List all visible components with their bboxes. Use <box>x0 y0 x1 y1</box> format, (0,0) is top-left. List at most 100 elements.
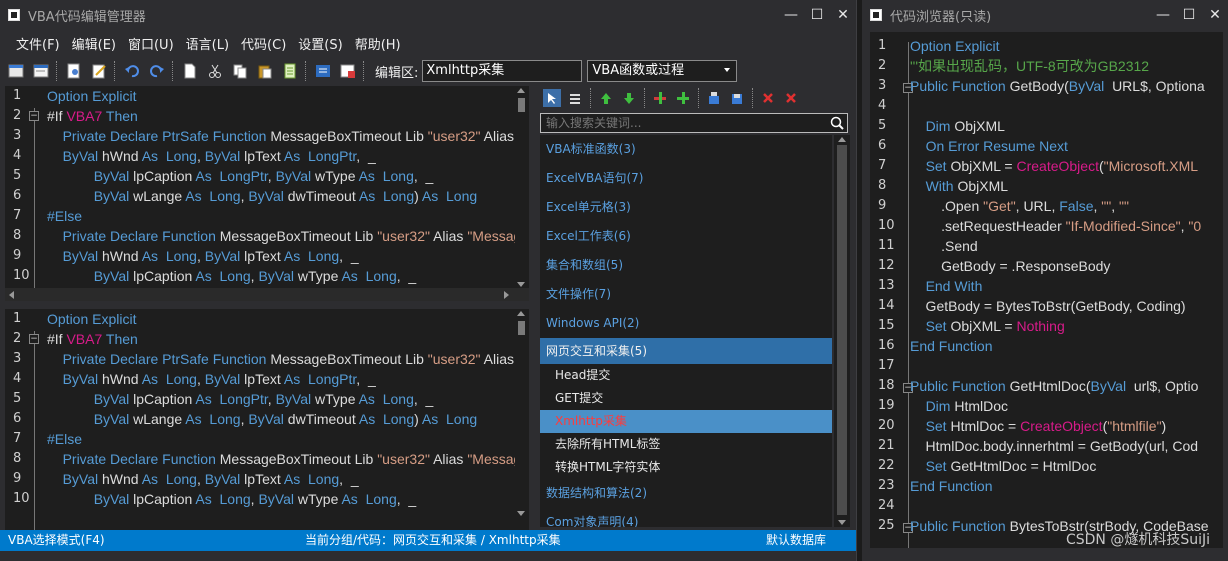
code-line[interactable]: #If VBA7 Then <box>47 329 513 349</box>
code-line[interactable]: .Open "Get", URL, False, "", "" <box>910 196 1223 216</box>
code-line[interactable]: ByVal hWnd As Long, ByVal lpText As Long… <box>47 246 513 266</box>
menu-item[interactable]: 文件(F) <box>16 34 60 53</box>
move-down-icon[interactable] <box>620 89 638 107</box>
tree-code-item[interactable]: 转换HTML字符实体 <box>540 456 832 479</box>
edit-area-input[interactable]: Xmlhttp采集 <box>422 60 583 82</box>
tree-code-item[interactable]: Head提交 <box>540 364 832 387</box>
code-line[interactable]: ByVal hWnd As Long, ByVal lpText As Long… <box>47 369 513 389</box>
code-line[interactable]: End With <box>910 276 1223 296</box>
vertical-scrollbar[interactable] <box>515 309 527 530</box>
code-line[interactable]: #Else <box>47 429 513 449</box>
minimize-button[interactable]: — <box>778 0 804 30</box>
code-line[interactable]: ByVal hWnd As Long, ByVal lpText As Long… <box>47 146 513 166</box>
menu-item[interactable]: 设置(S) <box>298 34 342 53</box>
tree-group-item[interactable]: ExcelVBA语句(7) <box>540 164 832 193</box>
delete-code-icon[interactable] <box>782 89 800 107</box>
tree-group-item[interactable]: Excel工作表(6) <box>540 222 832 251</box>
add-code-icon[interactable] <box>674 89 692 107</box>
code-line[interactable]: #If VBA7 Then <box>47 106 513 126</box>
list-icon[interactable] <box>566 89 584 107</box>
new-file-icon[interactable] <box>181 62 199 80</box>
cut-icon[interactable] <box>206 62 224 80</box>
code-line[interactable] <box>910 96 1223 116</box>
tree-group-item[interactable]: VBA标准函数(3) <box>540 135 832 164</box>
close-button[interactable]: ✕ <box>1202 0 1228 30</box>
redo-icon[interactable] <box>148 62 166 80</box>
code-line[interactable] <box>910 496 1223 516</box>
code-line[interactable]: ByVal wLange As Long, ByVal dwTimeout As… <box>47 186 513 206</box>
select-mode-icon[interactable] <box>543 89 561 107</box>
tree-group-item[interactable]: 网页交互和采集(5) <box>540 338 832 364</box>
code-line[interactable]: ByVal hWnd As Long, ByVal lpText As Long… <box>47 469 513 489</box>
tree-code-item[interactable]: GET提交 <box>540 387 832 410</box>
notepad-icon[interactable] <box>90 62 108 80</box>
import-icon[interactable] <box>705 89 723 107</box>
code-line[interactable]: Public Function GetHtmlDoc(ByVal url$, O… <box>910 376 1223 396</box>
tree-group-item[interactable]: 集合和数组(5) <box>540 251 832 280</box>
search-input[interactable]: 输入搜索关键词... <box>540 113 848 133</box>
code-line[interactable]: End Function <box>910 336 1223 356</box>
tree-group-item[interactable]: 文件操作(7) <box>540 280 832 309</box>
code-line[interactable]: Private Declare Function MessageBoxTimeo… <box>47 226 522 246</box>
minimize-button[interactable]: — <box>1150 0 1176 30</box>
scroll-up-icon[interactable] <box>517 311 525 316</box>
tree-group-item[interactable]: Com对象声明(4) <box>540 508 832 527</box>
scroll-down-icon[interactable] <box>838 520 846 525</box>
code-line[interactable]: Private Declare Function MessageBoxTimeo… <box>47 449 522 469</box>
horizontal-scrollbar[interactable] <box>5 288 529 301</box>
fold-toggle-icon[interactable]: − <box>29 111 39 121</box>
open-window-icon[interactable] <box>32 62 50 80</box>
tree-group-item[interactable]: 数据结构和算法(2) <box>540 479 832 508</box>
scroll-down-icon[interactable] <box>517 282 525 287</box>
code-line[interactable] <box>910 356 1223 376</box>
code-line[interactable]: ByVal lpCaption As LongPtr, ByVal wType … <box>47 389 513 409</box>
function-select[interactable]: VBA函数或过程 <box>587 60 738 82</box>
menu-item[interactable]: 窗口(U) <box>128 34 174 53</box>
code-area[interactable]: Option Explicit #If VBA7 Then Private Dec… <box>47 309 523 509</box>
add-group-icon[interactable] <box>651 89 669 107</box>
editor-pane-top[interactable]: 1 2 3 4 5 6 7 8 9 10 − Option Explicit #If VBA7 Th… <box>5 86 529 301</box>
code-line[interactable]: Public Function GetBody(ByVal URL$, Opti… <box>910 76 1223 96</box>
fold-toggle-icon[interactable]: − <box>29 334 39 344</box>
code-line[interactable]: Option Explicit <box>47 309 513 329</box>
copy-icon[interactable] <box>231 62 249 80</box>
scroll-thumb[interactable] <box>518 321 525 335</box>
paste-icon[interactable] <box>256 62 274 80</box>
menu-item[interactable]: 帮助(H) <box>355 34 401 53</box>
undo-icon[interactable] <box>123 62 141 80</box>
code-line[interactable]: '''如果出现乱码，UTF-8可改为GB2312 <box>910 56 1223 76</box>
scroll-up-icon[interactable] <box>517 88 525 93</box>
delete-group-icon[interactable] <box>759 89 777 107</box>
menu-item[interactable]: 语言(L) <box>186 34 229 53</box>
maximize-button[interactable]: ☐ <box>1176 0 1202 30</box>
code-line[interactable]: With ObjXML <box>910 176 1223 196</box>
document-edit-icon[interactable] <box>65 62 83 80</box>
code-line[interactable]: Dim ObjXML <box>910 116 1223 136</box>
tree-scrollbar[interactable] <box>834 135 850 527</box>
code-line[interactable]: Private Declare PtrSafe Function Message… <box>47 126 523 146</box>
close-button[interactable]: ✕ <box>830 0 856 30</box>
scroll-thumb[interactable] <box>837 145 847 515</box>
menu-item[interactable]: 代码(C) <box>241 34 286 53</box>
code-line[interactable]: Set ObjXML = Nothing <box>910 316 1223 336</box>
code-line[interactable]: End Function <box>910 476 1223 496</box>
code-line[interactable]: GetBody = .ResponseBody <box>910 256 1223 276</box>
code-line[interactable]: On Error Resume Next <box>910 136 1223 156</box>
scroll-down-icon[interactable] <box>517 511 525 516</box>
save-tree-icon[interactable] <box>728 89 746 107</box>
tree-code-item[interactable]: Xmlhttp采集 <box>540 410 832 433</box>
scroll-left-icon[interactable] <box>9 291 14 299</box>
tree-code-item[interactable]: 去除所有HTML标签 <box>540 433 832 456</box>
code-line[interactable]: Private Declare PtrSafe Function Message… <box>47 349 523 369</box>
code-line[interactable]: GetBody = BytesToBstr(GetBody, Coding) <box>910 296 1223 316</box>
new-doc-icon[interactable] <box>7 62 25 80</box>
code-line[interactable]: ByVal lpCaption As Long, ByVal wType As … <box>47 489 513 509</box>
code-line[interactable]: Option Explicit <box>910 36 1223 56</box>
browser-code-pane[interactable]: 1 2 3 4 5 6 7 8 9 10 11 12 13 14 15 16 17 18 19 20 21 22 23 24 2… <box>870 32 1223 548</box>
menu-item[interactable]: 编辑(E) <box>72 34 116 53</box>
code-line[interactable]: .setRequestHeader "If-Modified-Since", "… <box>910 216 1223 236</box>
code-line[interactable]: ByVal wLange As Long, ByVal dwTimeout As… <box>47 409 513 429</box>
export-icon[interactable] <box>339 62 357 80</box>
code-line[interactable]: #Else <box>47 206 513 226</box>
tree-group-item[interactable]: Windows API(2) <box>540 309 832 338</box>
